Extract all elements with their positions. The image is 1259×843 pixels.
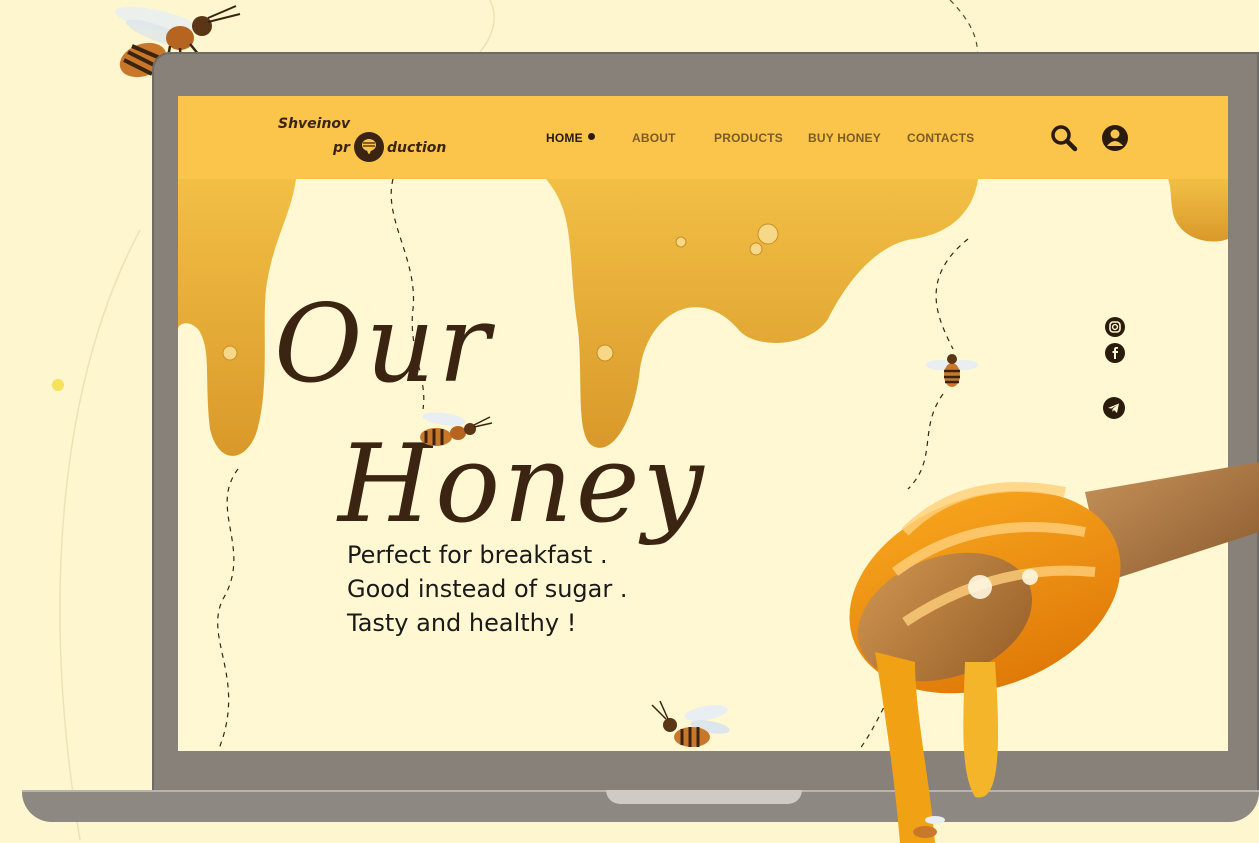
nav-buy-honey[interactable]: BUY HONEY <box>808 131 881 145</box>
user-icon[interactable] <box>1101 124 1129 152</box>
site-header: Shveinov pr duction HOME ABOUT PRODUCTS … <box>178 96 1228 179</box>
honey-dipper-icon <box>354 132 384 162</box>
facebook-icon[interactable] <box>1105 343 1125 363</box>
hero-tagline-3: Tasty and healthy ! <box>347 609 577 637</box>
bee-illustration <box>926 354 978 387</box>
hero-title-line1: Our <box>274 282 493 407</box>
nav-contacts[interactable]: CONTACTS <box>907 131 974 145</box>
telegram-icon[interactable] <box>1103 397 1125 419</box>
brand-name-line1: Shveinov <box>278 116 351 132</box>
hero-tagline-1: Perfect for breakfast . <box>347 541 608 569</box>
active-indicator <box>588 133 595 140</box>
search-icon[interactable] <box>1050 124 1078 152</box>
instagram-icon[interactable] <box>1105 317 1125 337</box>
bee-illustration <box>420 412 493 446</box>
laptop-notch <box>606 790 802 804</box>
nav-about[interactable]: ABOUT <box>632 131 676 145</box>
hero-title-line2: Honey <box>338 422 707 547</box>
brand-name-line2-right: duction <box>387 140 447 156</box>
brand-name-line2-left: pr <box>333 140 350 156</box>
nav-home[interactable]: HOME <box>546 131 583 145</box>
nav-products[interactable]: PRODUCTS <box>714 131 783 145</box>
honey-dipper-illustration <box>849 462 1259 843</box>
hero-tagline-2: Good instead of sugar . <box>347 575 628 603</box>
bee-illustration <box>651 700 730 747</box>
